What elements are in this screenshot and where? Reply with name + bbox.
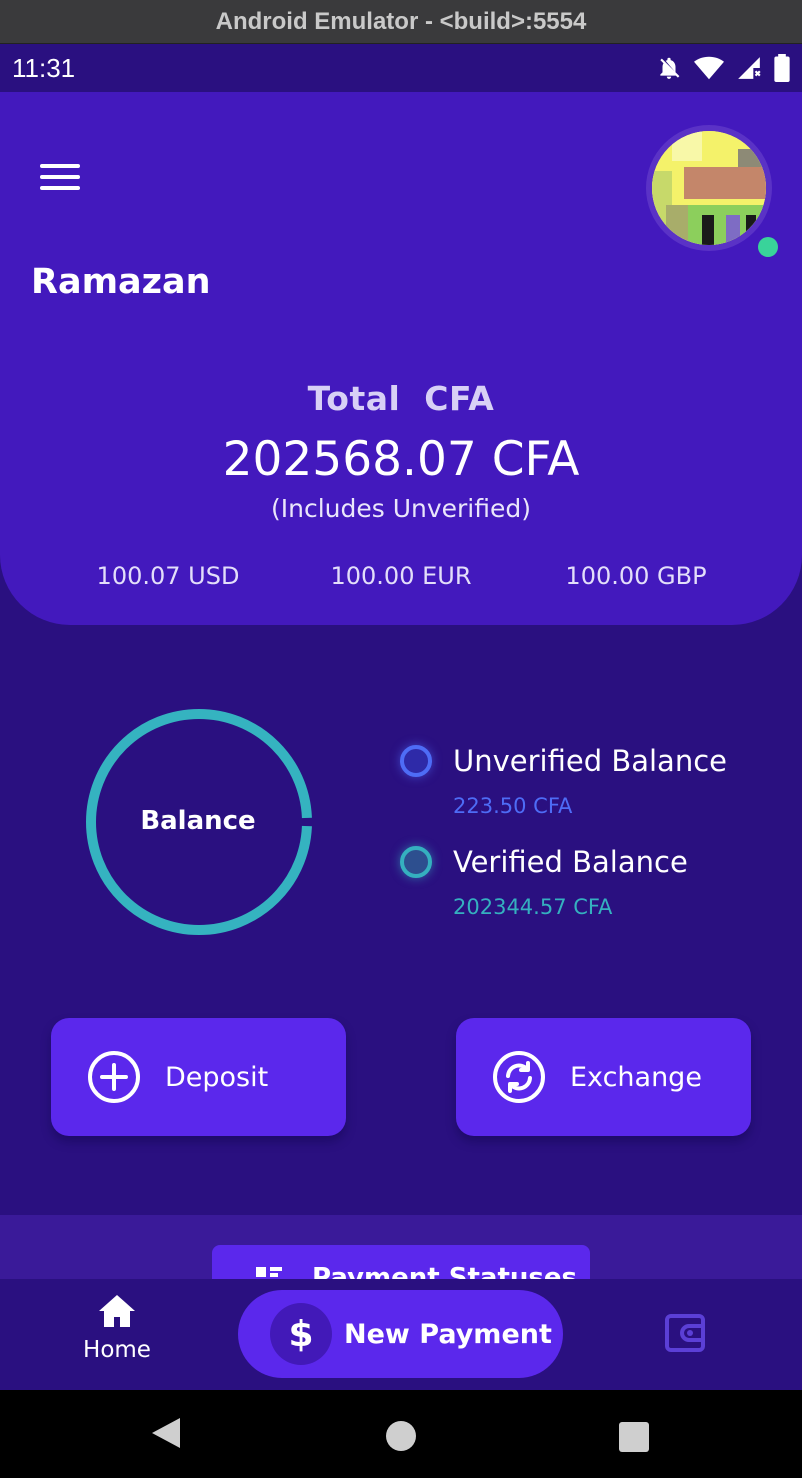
signal-icon bbox=[738, 57, 761, 79]
home-circle-icon[interactable] bbox=[385, 1420, 417, 1452]
dollar-icon: $ bbox=[270, 1303, 332, 1365]
deposit-label: Deposit bbox=[165, 1061, 269, 1093]
wallet-icon[interactable] bbox=[664, 1313, 708, 1353]
notifications-off-icon bbox=[660, 57, 680, 79]
home-icon bbox=[99, 1295, 135, 1327]
verified-value: 202344.57 CFA bbox=[453, 895, 613, 919]
avatar[interactable] bbox=[646, 125, 772, 251]
currency-row: 100.07 USD 100.00 EUR 100.00 GBP bbox=[0, 562, 802, 598]
status-bar: 11:31 bbox=[0, 44, 802, 92]
payment-statuses-tab[interactable]: Payment Statuses bbox=[212, 1245, 590, 1279]
avatar-image bbox=[652, 131, 766, 245]
online-status-dot bbox=[758, 237, 778, 257]
user-name: Ramazan bbox=[31, 262, 211, 302]
recents-icon[interactable] bbox=[619, 1422, 649, 1452]
unverified-value: 223.50 CFA bbox=[453, 794, 573, 818]
usd-balance: 100.07 USD bbox=[96, 562, 240, 590]
exchange-button[interactable]: Exchange bbox=[456, 1018, 751, 1136]
unverified-dot bbox=[400, 745, 432, 777]
verified-title: Verified Balance bbox=[453, 845, 688, 879]
emulator-title: Android Emulator - <build>:5554 bbox=[215, 7, 587, 35]
battery-icon bbox=[774, 54, 790, 82]
menu-icon[interactable] bbox=[36, 160, 84, 194]
nav-home[interactable]: Home bbox=[62, 1293, 172, 1383]
verified-dot bbox=[400, 846, 432, 878]
list-status-icon bbox=[256, 1267, 282, 1277]
new-payment-label: New Payment bbox=[344, 1318, 552, 1350]
bottom-nav: Home $ New Payment bbox=[0, 1279, 802, 1390]
plus-circle-icon bbox=[88, 1051, 140, 1103]
emulator-title-bar: Android Emulator - <build>:5554 bbox=[0, 0, 802, 44]
unverified-title: Unverified Balance bbox=[453, 744, 727, 778]
exchange-icon bbox=[493, 1051, 545, 1103]
total-amount: 202568.07 CFA bbox=[222, 432, 580, 487]
total-note: (Includes Unverified) bbox=[270, 494, 532, 523]
eur-balance: 100.00 EUR bbox=[330, 562, 472, 590]
back-icon[interactable] bbox=[150, 1416, 182, 1450]
payment-statuses-label: Payment Statuses bbox=[312, 1263, 577, 1279]
status-time: 11:31 bbox=[12, 52, 76, 83]
deposit-button[interactable]: Deposit bbox=[51, 1018, 346, 1136]
chart-center-label: Balance bbox=[140, 806, 256, 836]
payments-panel: Payment Statuses bbox=[0, 1215, 802, 1279]
total-label: Total CFA bbox=[307, 379, 495, 418]
nav-home-label: Home bbox=[83, 1337, 151, 1363]
new-payment-button[interactable]: $ New Payment bbox=[238, 1290, 563, 1378]
exchange-label: Exchange bbox=[570, 1061, 702, 1093]
gbp-balance: 100.00 GBP bbox=[565, 562, 707, 590]
wifi-icon bbox=[694, 56, 724, 80]
system-nav-bar bbox=[0, 1390, 802, 1478]
